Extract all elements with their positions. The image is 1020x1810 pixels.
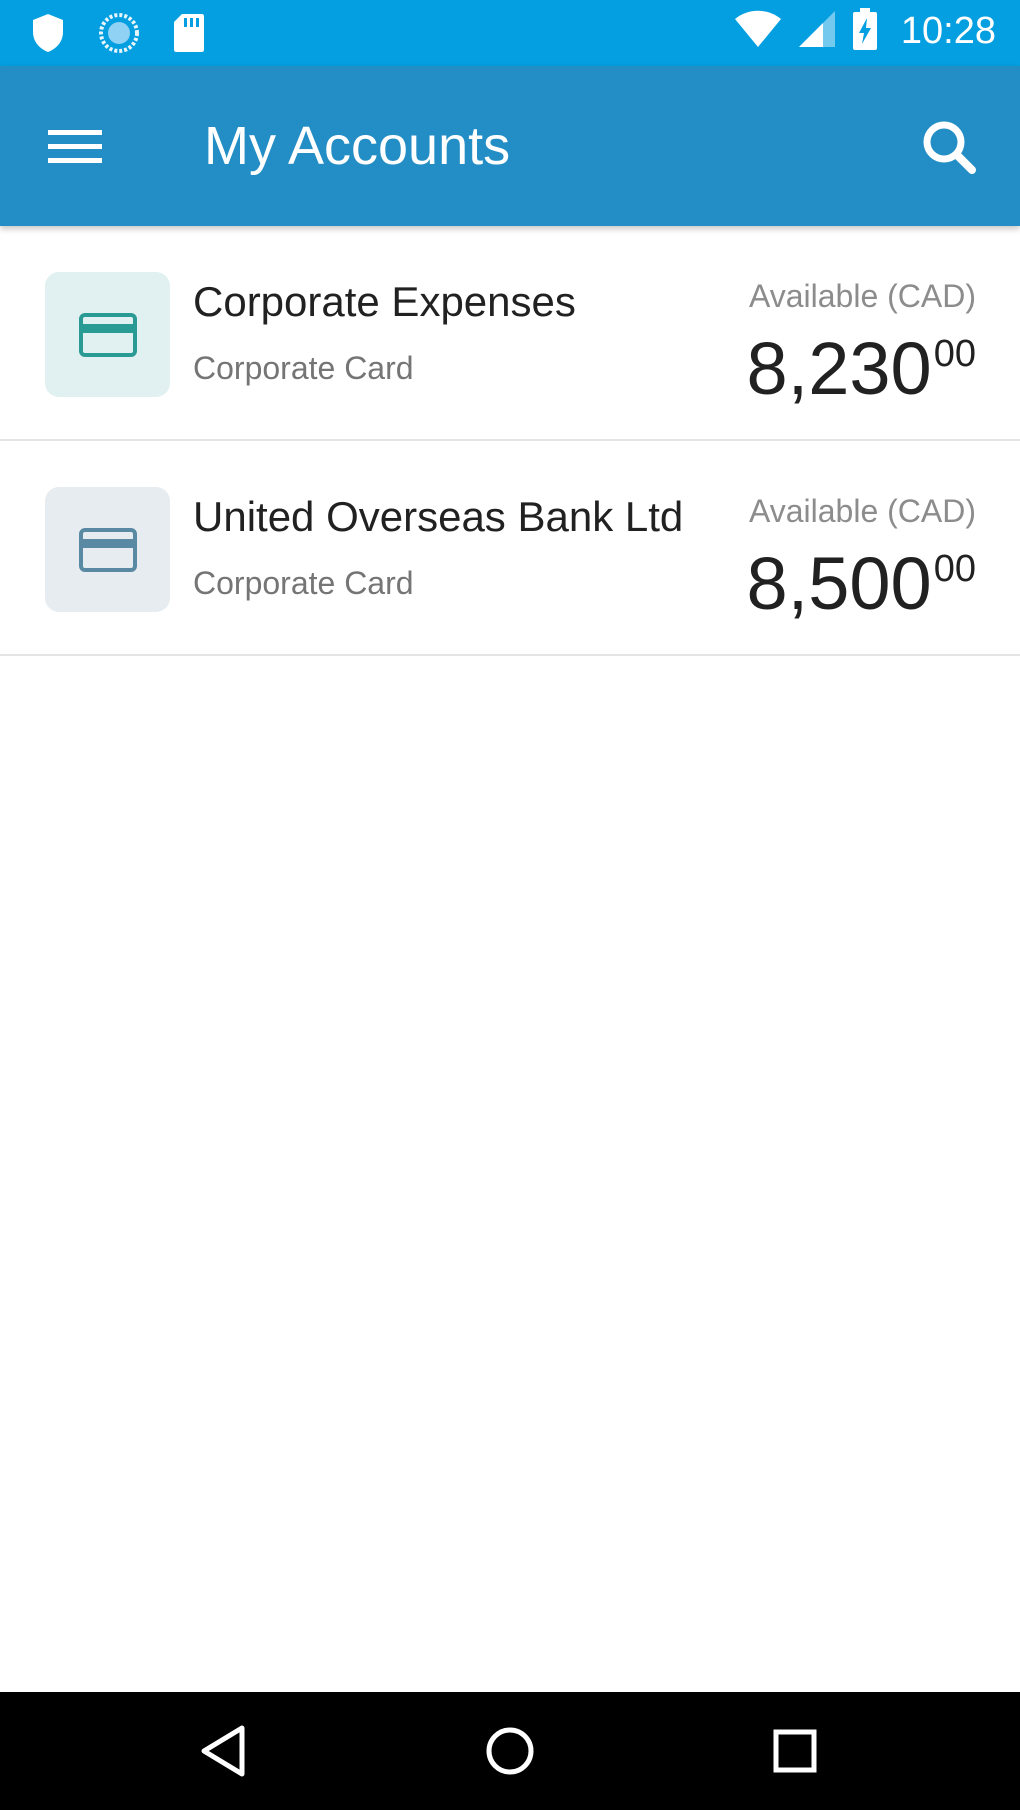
status-time: 10:28 (900, 10, 996, 52)
screen: 10:28 My Accounts Corporate Expenses Cor… (0, 0, 1020, 1810)
credit-card-icon (78, 527, 137, 572)
back-button[interactable] (190, 1716, 260, 1786)
search-icon (923, 121, 976, 174)
balance-cents: 00 (933, 333, 976, 375)
back-triangle-icon (201, 1725, 245, 1777)
account-row-united-overseas-bank[interactable]: United Overseas Bank Ltd Corporate Card … (0, 441, 1020, 656)
account-icon-tile (45, 487, 170, 612)
account-type: Corporate Card (193, 565, 414, 601)
available-label: Available (CAD) (748, 278, 976, 314)
account-balance: 8,500 00 (747, 541, 976, 627)
status-right-icons: 10:28 (733, 6, 996, 57)
hamburger-menu-icon (48, 130, 102, 163)
wifi-icon (733, 9, 783, 54)
shield-icon (30, 12, 66, 59)
balance-main: 8,230 (746, 327, 932, 410)
account-name: United Overseas Bank Ltd (193, 493, 684, 540)
home-circle-icon (486, 1727, 534, 1775)
account-icon-tile (45, 272, 170, 397)
system-nav-bar (0, 1692, 1020, 1810)
account-list: Corporate Expenses Corporate Card Availa… (0, 226, 1020, 656)
account-name: Corporate Expenses (193, 278, 576, 325)
sync-icon (98, 12, 140, 59)
recents-button[interactable] (760, 1716, 830, 1786)
account-row-corporate-expenses[interactable]: Corporate Expenses Corporate Card Availa… (0, 226, 1020, 441)
status-left-icons (30, 12, 206, 59)
account-type: Corporate Card (193, 350, 414, 386)
account-balance: 8,230 00 (747, 326, 976, 412)
recents-square-icon (773, 1729, 817, 1773)
status-bar: 10:28 (0, 0, 1020, 66)
page-title: My Accounts (204, 116, 511, 176)
credit-card-icon (78, 312, 137, 357)
balance-cents: 00 (933, 548, 976, 590)
cell-signal-icon (797, 9, 837, 54)
balance-main: 8,500 (746, 542, 932, 625)
app-bar: My Accounts (0, 66, 1020, 226)
available-label: Available (CAD) (748, 493, 976, 529)
search-button[interactable] (914, 112, 984, 182)
sd-card-icon (172, 12, 206, 59)
menu-button[interactable] (42, 116, 118, 176)
home-button[interactable] (475, 1716, 545, 1786)
battery-charging-icon (851, 6, 879, 57)
